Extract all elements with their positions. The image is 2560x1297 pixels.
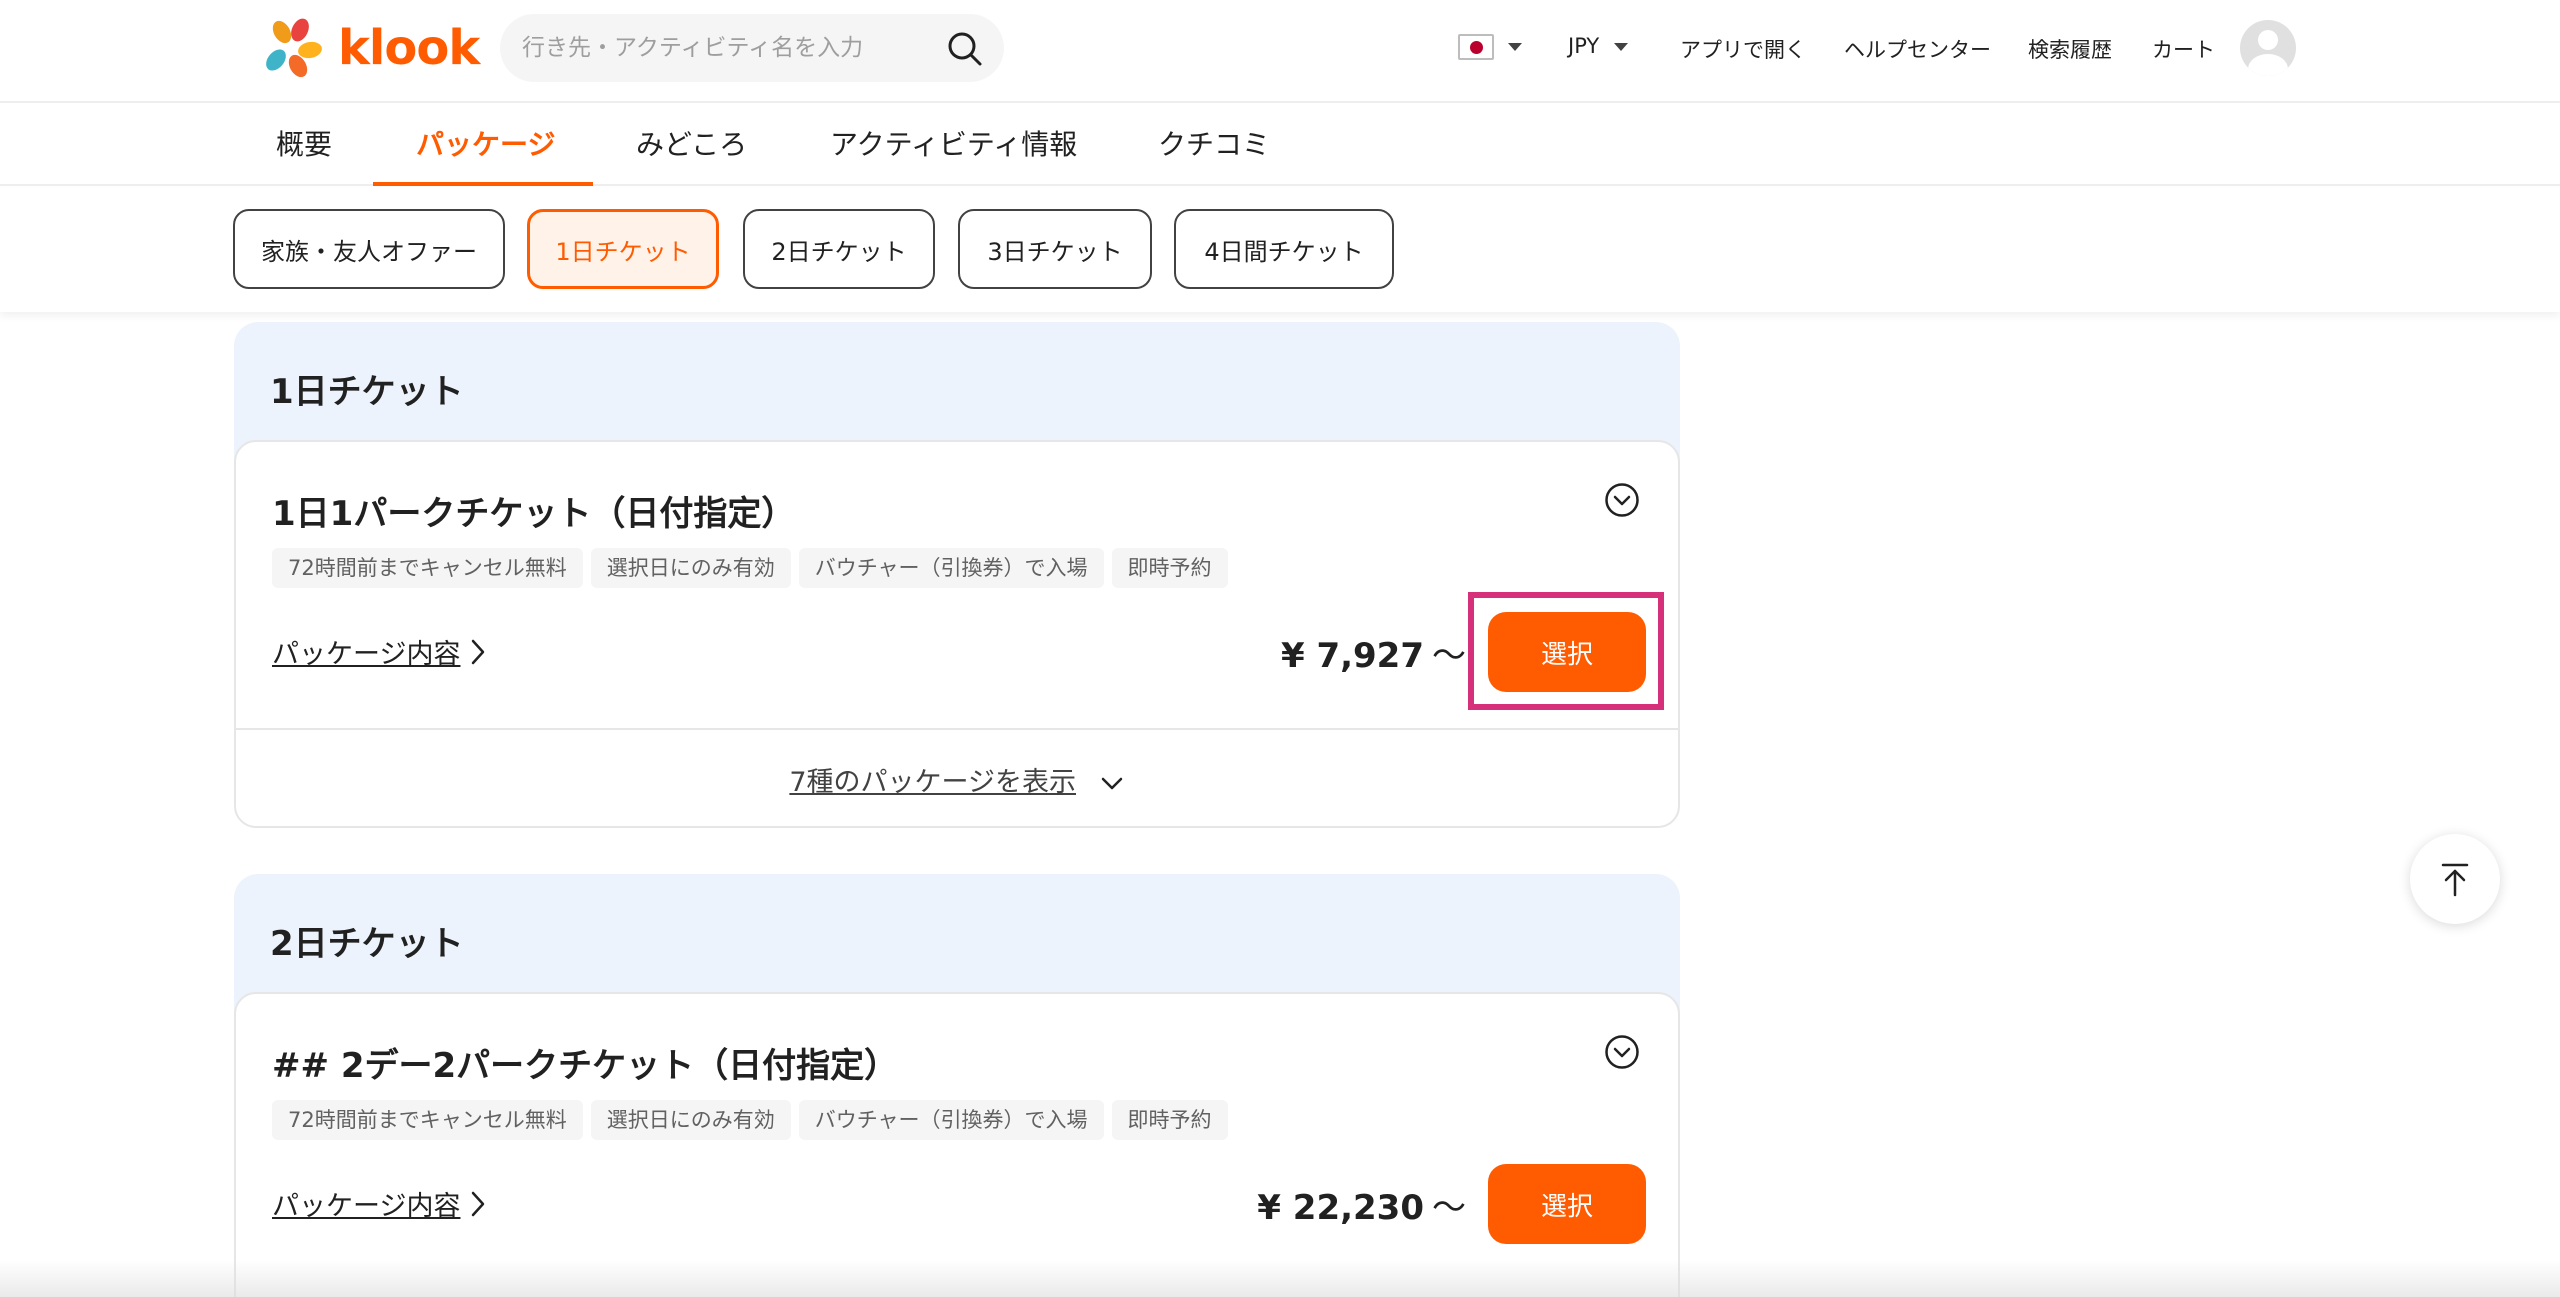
filter-3day-ticket[interactable]: 3日チケット — [958, 209, 1152, 289]
currency-selector[interactable]: JPY — [1568, 34, 1599, 58]
tag-voucher: バウチャー（引換券）で入場 — [798, 548, 1104, 588]
price-value: ¥ 22,230 — [1257, 1188, 1424, 1228]
section-title: 1日チケット — [270, 372, 464, 412]
tag-voucher: バウチャー（引換券）で入場 — [798, 1100, 1104, 1140]
package-price: ¥ 22,230 〜 — [1257, 1180, 1466, 1229]
package-details-label: パッケージ内容 — [272, 1191, 461, 1222]
package-details-label: パッケージ内容 — [272, 639, 461, 670]
tag-valid-date: 選択日にのみ有効 — [590, 548, 791, 588]
tag-instant: 即時予約 — [1111, 548, 1228, 588]
package-card: ## 2デー2パークチケット（日付指定） 72時間前までキャンセル無料 選択日に… — [234, 992, 1680, 1297]
package-price: ¥ 7,927 〜 — [1281, 628, 1466, 677]
chevron-right-icon — [472, 639, 485, 664]
package-card: 1日1パークチケット（日付指定） 72時間前までキャンセル無料 選択日にのみ有効… — [234, 440, 1680, 828]
tab-packages[interactable]: パッケージ — [416, 104, 555, 186]
user-avatar-icon[interactable] — [2240, 20, 2296, 76]
chevron-down-circle-icon[interactable] — [1604, 482, 1640, 518]
section-title: 2日チケット — [270, 924, 464, 964]
tab-highlights[interactable]: みどころ — [636, 104, 747, 186]
tab-reviews[interactable]: クチコミ — [1158, 104, 1270, 186]
package-tags: 72時間前までキャンセル無料 選択日にのみ有効 バウチャー（引換券）で入場 即時… — [272, 1100, 1228, 1140]
package-title: ## 2デー2パークチケット（日付指定） — [272, 1046, 899, 1086]
chevron-down-circle-icon[interactable] — [1604, 1034, 1640, 1070]
filter-family-offer[interactable]: 家族・友人オファー — [233, 209, 505, 289]
tab-activity-info[interactable]: アクティビティ情報 — [830, 104, 1077, 186]
chevron-right-icon — [472, 1191, 485, 1216]
package-details-link[interactable]: パッケージ内容 — [272, 1184, 488, 1223]
open-in-app-link[interactable]: アプリで開く — [1680, 34, 1806, 64]
package-tags: 72時間前までキャンセル無料 選択日にのみ有効 バウチャー（引換券）で入場 即時… — [272, 548, 1228, 588]
tab-overview[interactable]: 概要 — [276, 104, 332, 186]
logo-text: klook — [338, 20, 480, 76]
arrow-up-to-top-icon — [2441, 863, 2469, 897]
search-history-link[interactable]: 検索履歴 — [2028, 34, 2112, 64]
package-details-link[interactable]: パッケージ内容 — [272, 632, 488, 671]
filter-4day-ticket[interactable]: 4日間チケット — [1174, 209, 1394, 289]
card-divider — [236, 728, 1678, 730]
price-value: ¥ 7,927 — [1280, 636, 1424, 676]
show-more-packages-link[interactable]: 7種のパッケージを表示 — [236, 760, 1678, 799]
active-tab-indicator — [373, 182, 593, 186]
bottom-fade — [0, 1260, 2560, 1297]
search-input[interactable] — [522, 35, 922, 61]
back-to-top-button[interactable] — [2410, 834, 2500, 924]
tag-free-cancel: 72時間前までキャンセル無料 — [272, 548, 583, 588]
filter-1day-ticket[interactable]: 1日チケット — [527, 209, 719, 289]
tag-valid-date: 選択日にのみ有効 — [590, 1100, 791, 1140]
top-header: klook JPY アプリで開く ヘルプセンター 検索履歴 カート — [0, 0, 2560, 103]
klook-logo[interactable]: klook — [260, 16, 480, 80]
help-center-link[interactable]: ヘルプセンター — [1844, 34, 1991, 64]
price-suffix: 〜 — [1432, 1188, 1466, 1228]
search-icon[interactable] — [944, 28, 984, 68]
price-suffix: 〜 — [1432, 636, 1466, 676]
tag-instant: 即時予約 — [1111, 1100, 1228, 1140]
select-button[interactable]: 選択 — [1488, 1164, 1646, 1244]
chevron-down-icon — [1101, 777, 1122, 789]
select-button-highlight — [1468, 592, 1664, 710]
chevron-down-icon[interactable] — [1614, 43, 1628, 51]
chevron-down-icon[interactable] — [1508, 43, 1522, 51]
package-title: 1日1パークチケット（日付指定） — [272, 494, 796, 534]
cart-link[interactable]: カート — [2152, 34, 2215, 64]
tag-free-cancel: 72時間前までキャンセル無料 — [272, 1100, 583, 1140]
filter-2day-ticket[interactable]: 2日チケット — [743, 209, 935, 289]
package-filter-bar: 家族・友人オファー 1日チケット 2日チケット 3日チケット 4日間チケット — [0, 188, 2560, 312]
show-more-label: 7種のパッケージを表示 — [789, 767, 1077, 798]
klook-logo-icon — [260, 16, 324, 80]
japan-flag-icon[interactable] — [1458, 34, 1494, 60]
section-tabs: 概要 パッケージ みどころ アクティビティ情報 クチコミ — [0, 104, 2560, 186]
search-bar[interactable] — [500, 14, 1004, 82]
